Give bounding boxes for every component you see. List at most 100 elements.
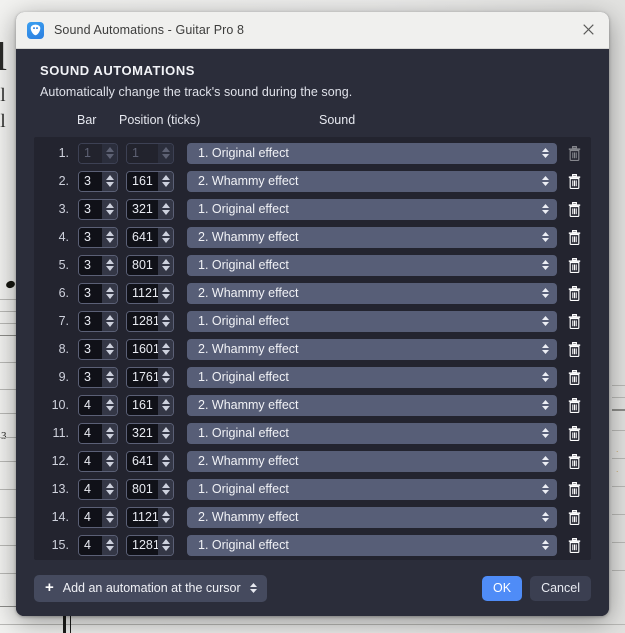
sound-select[interactable]: 2. Whammy effect	[187, 170, 557, 192]
triangle-up-icon[interactable]	[105, 315, 114, 320]
position-value[interactable]: 1	[127, 143, 158, 163]
position-value[interactable]: 1281	[127, 311, 158, 331]
triangle-down-icon[interactable]	[105, 518, 114, 523]
bar-value[interactable]: 3	[79, 199, 102, 219]
trash-icon[interactable]	[557, 201, 591, 217]
bar-value[interactable]: 4	[79, 507, 102, 527]
triangle-down-icon[interactable]	[105, 294, 114, 299]
triangle-up-icon[interactable]	[161, 231, 170, 236]
triangle-up-icon[interactable]	[161, 539, 170, 544]
spinner-arrows[interactable]	[102, 227, 117, 247]
triangle-down-icon[interactable]	[105, 546, 114, 551]
bar-stepper[interactable]: 4	[78, 478, 118, 500]
triangle-up-icon[interactable]	[105, 203, 114, 208]
bar-value[interactable]: 4	[79, 395, 102, 415]
sound-select[interactable]: 1. Original effect	[187, 422, 557, 444]
sound-select[interactable]: 2. Whammy effect	[187, 226, 557, 248]
spinner-arrows[interactable]	[102, 339, 117, 359]
triangle-down-icon[interactable]	[105, 210, 114, 215]
triangle-down-icon[interactable]	[105, 462, 114, 467]
sound-select[interactable]: 2. Whammy effect	[187, 338, 557, 360]
bar-value[interactable]: 1	[79, 143, 102, 163]
bar-value[interactable]: 4	[79, 535, 102, 555]
bar-stepper[interactable]: 4	[78, 394, 118, 416]
position-value[interactable]: 1761	[127, 367, 158, 387]
triangle-down-icon[interactable]	[105, 350, 114, 355]
spinner-arrows[interactable]	[102, 143, 117, 163]
bar-stepper[interactable]: 1	[78, 142, 118, 164]
spinner-arrows[interactable]	[158, 199, 173, 219]
trash-icon[interactable]	[557, 425, 591, 441]
sound-select[interactable]: 1. Original effect	[187, 534, 557, 556]
position-stepper[interactable]: 801	[126, 478, 174, 500]
position-value[interactable]: 161	[127, 395, 158, 415]
triangle-up-icon[interactable]	[105, 343, 114, 348]
triangle-down-icon[interactable]	[105, 266, 114, 271]
triangle-down-icon[interactable]	[161, 350, 170, 355]
triangle-down-icon[interactable]	[161, 406, 170, 411]
position-stepper[interactable]: 641	[126, 226, 174, 248]
triangle-up-icon[interactable]	[105, 427, 114, 432]
spinner-arrows[interactable]	[102, 423, 117, 443]
position-value[interactable]: 641	[127, 227, 158, 247]
bar-value[interactable]: 3	[79, 171, 102, 191]
triangle-down-icon[interactable]	[161, 238, 170, 243]
triangle-down-icon[interactable]	[161, 154, 170, 159]
add-automation-button[interactable]: + Add an automation at the cursor	[34, 574, 267, 602]
triangle-up-icon[interactable]	[161, 343, 170, 348]
bar-stepper[interactable]: 3	[78, 338, 118, 360]
triangle-up-icon[interactable]	[161, 315, 170, 320]
triangle-up-icon[interactable]	[161, 399, 170, 404]
spinner-arrows[interactable]	[158, 535, 173, 555]
cancel-button[interactable]: Cancel	[530, 575, 591, 601]
spinner-arrows[interactable]	[102, 367, 117, 387]
bar-value[interactable]: 3	[79, 339, 102, 359]
position-value[interactable]: 1601	[127, 339, 158, 359]
sound-select[interactable]: 2. Whammy effect	[187, 282, 557, 304]
spinner-arrows[interactable]	[102, 283, 117, 303]
spinner-arrows[interactable]	[102, 507, 117, 527]
sound-select[interactable]: 2. Whammy effect	[187, 450, 557, 472]
bar-value[interactable]: 3	[79, 255, 102, 275]
triangle-up-icon[interactable]	[161, 175, 170, 180]
bar-stepper[interactable]: 3	[78, 254, 118, 276]
spinner-arrows[interactable]	[158, 395, 173, 415]
triangle-down-icon[interactable]	[161, 378, 170, 383]
sound-select[interactable]: 1. Original effect	[187, 310, 557, 332]
bar-stepper[interactable]: 4	[78, 422, 118, 444]
trash-icon[interactable]	[557, 173, 591, 189]
trash-icon[interactable]	[557, 229, 591, 245]
position-value[interactable]: 1121	[127, 507, 158, 527]
spinner-arrows[interactable]	[158, 479, 173, 499]
spinner-arrows[interactable]	[158, 339, 173, 359]
triangle-up-icon[interactable]	[105, 147, 114, 152]
spinner-arrows[interactable]	[158, 143, 173, 163]
sound-select[interactable]: 1. Original effect	[187, 198, 557, 220]
trash-icon[interactable]	[557, 369, 591, 385]
triangle-up-icon[interactable]	[105, 511, 114, 516]
trash-icon[interactable]	[557, 145, 591, 161]
spinner-arrows[interactable]	[102, 255, 117, 275]
bar-stepper[interactable]: 4	[78, 450, 118, 472]
trash-icon[interactable]	[557, 313, 591, 329]
position-value[interactable]: 1121	[127, 283, 158, 303]
triangle-up-icon[interactable]	[161, 511, 170, 516]
triangle-up-icon[interactable]	[161, 259, 170, 264]
bar-value[interactable]: 3	[79, 367, 102, 387]
triangle-up-icon[interactable]	[105, 455, 114, 460]
bar-stepper[interactable]: 3	[78, 170, 118, 192]
spinner-arrows[interactable]	[158, 311, 173, 331]
triangle-down-icon[interactable]	[161, 462, 170, 467]
triangle-down-icon[interactable]	[105, 490, 114, 495]
triangle-up-icon[interactable]	[161, 203, 170, 208]
position-value[interactable]: 1281	[127, 535, 158, 555]
spinner-arrows[interactable]	[158, 283, 173, 303]
position-value[interactable]: 321	[127, 199, 158, 219]
bar-stepper[interactable]: 3	[78, 282, 118, 304]
triangle-up-icon[interactable]	[105, 287, 114, 292]
triangle-down-icon[interactable]	[161, 546, 170, 551]
triangle-up-icon[interactable]	[161, 483, 170, 488]
spinner-arrows[interactable]	[158, 367, 173, 387]
triangle-up-icon[interactable]	[161, 427, 170, 432]
position-stepper[interactable]: 161	[126, 170, 174, 192]
